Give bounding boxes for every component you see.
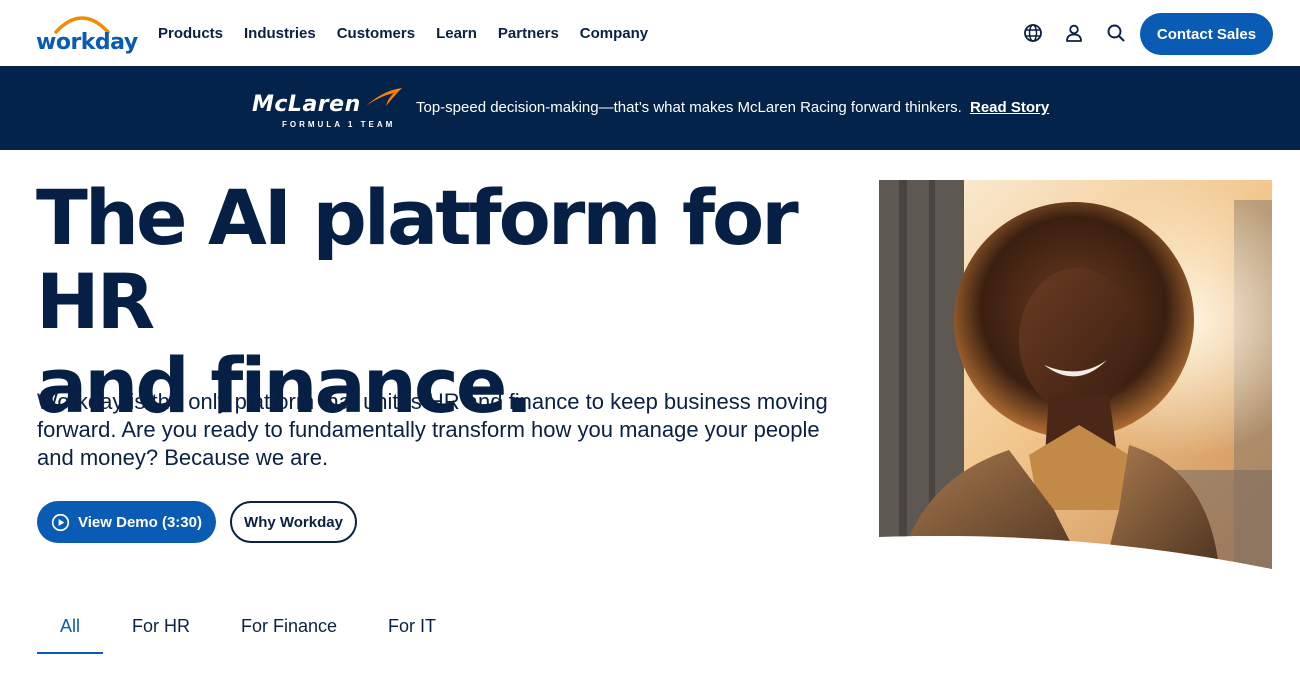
nav-partners[interactable]: Partners <box>498 25 559 42</box>
mclaren-swoosh-icon <box>366 88 402 106</box>
banner-text: Top-speed decision-making—that’s what ma… <box>416 99 1049 116</box>
hero-photo <box>879 180 1272 569</box>
nav-products[interactable]: Products <box>158 25 223 42</box>
tab-for-it[interactable]: For IT <box>388 610 436 654</box>
main-nav: Products Industries Customers Learn Part… <box>158 0 669 66</box>
hero-description: Workday is the only platform that unites… <box>37 389 828 470</box>
user-icon[interactable] <box>1064 23 1084 43</box>
globe-icon[interactable] <box>1023 23 1043 43</box>
hero-title-line-1: The AI platform for HR <box>36 173 799 346</box>
logo-text: workday <box>36 30 138 55</box>
mclaren-logo: McLaren FORMULA 1 TEAM <box>252 86 412 130</box>
view-demo-button[interactable]: View Demo (3:30) <box>37 501 216 543</box>
nav-learn[interactable]: Learn <box>436 25 477 42</box>
site-header: workday Products Industries Customers Le… <box>0 0 1300 66</box>
mclaren-sub-text: FORMULA 1 TEAM <box>282 120 396 129</box>
search-icon[interactable] <box>1106 23 1126 43</box>
mclaren-brand-name: McLaren <box>252 92 361 117</box>
why-workday-button[interactable]: Why Workday <box>230 501 357 543</box>
nav-customers[interactable]: Customers <box>337 25 415 42</box>
tab-for-hr[interactable]: For HR <box>132 610 190 654</box>
promo-banner: McLaren FORMULA 1 TEAM Top-speed decisio… <box>0 66 1300 150</box>
nav-industries[interactable]: Industries <box>244 25 316 42</box>
read-story-link[interactable]: Read Story <box>970 99 1049 116</box>
tab-all[interactable]: All <box>37 610 103 654</box>
tab-for-finance[interactable]: For Finance <box>241 610 337 654</box>
nav-company[interactable]: Company <box>580 25 648 42</box>
contact-sales-button[interactable]: Contact Sales <box>1140 13 1273 55</box>
workday-logo[interactable]: workday <box>36 12 138 56</box>
play-circle-icon <box>51 513 70 531</box>
banner-message: Top-speed decision-making—that’s what ma… <box>416 99 962 116</box>
view-demo-label: View Demo (3:30) <box>78 513 202 531</box>
audience-tabs: All For HR For Finance For IT <box>37 610 487 656</box>
